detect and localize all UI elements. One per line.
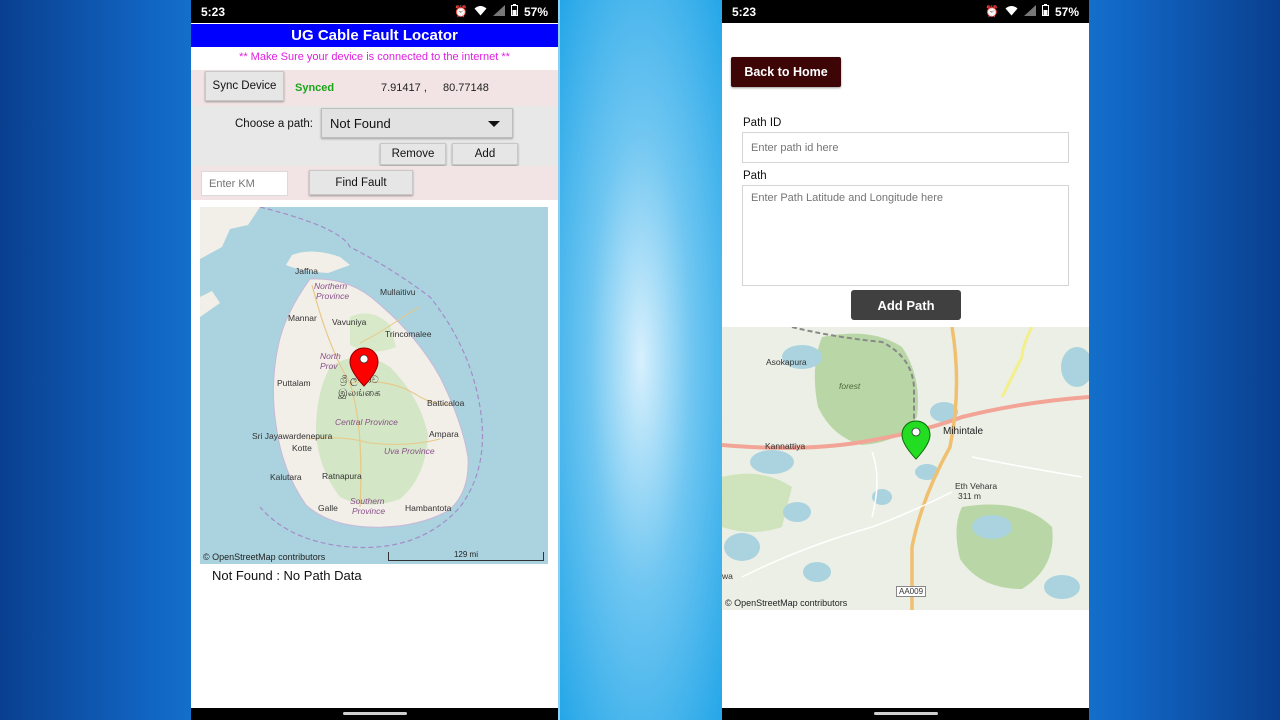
map-label-southern-province: Province bbox=[352, 506, 386, 516]
path-select-value: Not Found bbox=[330, 115, 391, 131]
fault-row: Find Fault bbox=[191, 166, 558, 200]
path-label: Path bbox=[743, 170, 767, 182]
map-label-north: North bbox=[320, 351, 341, 361]
map-base bbox=[722, 327, 1089, 610]
path-id-input[interactable] bbox=[742, 132, 1069, 163]
map-label-tamil: இலங்கை bbox=[338, 388, 381, 399]
map-attribution[interactable]: © OpenStreetMap contributors bbox=[203, 552, 325, 562]
map-label-puttalam: Puttalam bbox=[277, 378, 311, 388]
right-phone-screen: 5:23 ⏰ 57% Back to Home Path ID Path Add… bbox=[722, 0, 1089, 720]
status-time: 5:23 bbox=[201, 4, 226, 19]
map-label-kalutara: Kalutara bbox=[270, 472, 302, 482]
map-label-elevation: 311 m bbox=[958, 491, 981, 501]
battery-icon bbox=[1041, 4, 1049, 19]
app-title: UG Cable Fault Locator bbox=[191, 24, 558, 47]
map-marker-icon[interactable] bbox=[349, 347, 379, 387]
map-label-ratnapura: Ratnapura bbox=[322, 471, 362, 481]
left-phone-screen: 5:23 ⏰ 57% UG Cable Fault Locator ** Mak… bbox=[191, 0, 558, 720]
wifi-icon bbox=[474, 5, 487, 19]
mihintale-map[interactable]: Asokapura forest Kannattiya Mihintale Et… bbox=[722, 327, 1089, 610]
sri-lanka-map[interactable]: Jaffna Northern Province Mullaitivu Mann… bbox=[200, 207, 548, 564]
signal-icon bbox=[492, 4, 505, 19]
status-time: 5:23 bbox=[732, 4, 757, 19]
map-label-northern: Northern bbox=[314, 281, 348, 291]
internet-warning: ** Make Sure your device is connected to… bbox=[239, 51, 510, 63]
map-label-asokapura: Asokapura bbox=[766, 357, 807, 367]
map-attribution[interactable]: © OpenStreetMap contributors bbox=[725, 598, 847, 608]
map-label-mannar: Mannar bbox=[288, 313, 317, 323]
map-label-eth-vehara: Eth Vehara bbox=[955, 481, 998, 491]
map-label-galle: Galle bbox=[318, 503, 338, 513]
map-label-forest: forest bbox=[839, 381, 861, 391]
map-label-mihintale: Mihintale bbox=[943, 426, 984, 437]
path-id-label: Path ID bbox=[743, 117, 782, 129]
map-label-trincomalee: Trincomalee bbox=[385, 329, 432, 339]
sync-row: Sync Device Synced 7.91417 , 80.77148 bbox=[191, 70, 558, 106]
latitude-value: 7.91417 , bbox=[381, 82, 427, 94]
map-label-vavuniya: Vavuniya bbox=[332, 317, 367, 327]
back-to-home-button[interactable]: Back to Home bbox=[731, 57, 841, 87]
path-status-message: Not Found : No Path Data bbox=[212, 568, 362, 583]
add-button[interactable]: Add bbox=[452, 143, 518, 165]
find-fault-button[interactable]: Find Fault bbox=[309, 170, 413, 195]
wifi-icon bbox=[1005, 5, 1018, 19]
path-select[interactable]: Not Found bbox=[321, 108, 513, 138]
map-label-central: Central Province bbox=[335, 417, 398, 427]
battery-icon bbox=[510, 4, 518, 19]
longitude-value: 80.77148 bbox=[443, 82, 489, 94]
map-label-northern-province: Province bbox=[316, 291, 350, 301]
remove-button[interactable]: Remove bbox=[380, 143, 446, 165]
nav-bar bbox=[722, 708, 1089, 720]
add-path-button[interactable]: Add Path bbox=[851, 290, 961, 320]
home-handle[interactable] bbox=[873, 712, 938, 715]
alarm-icon: ⏰ bbox=[454, 6, 468, 18]
map-label-batticaloa: Batticaloa bbox=[427, 398, 465, 408]
map-label-mullaitivu: Mullaitivu bbox=[380, 287, 416, 297]
map-label-hambantota: Hambantota bbox=[405, 503, 452, 513]
nav-bar bbox=[191, 708, 558, 720]
map-marker-icon[interactable] bbox=[901, 420, 931, 460]
map-scale: 129 mi bbox=[388, 551, 544, 561]
map-label-jaffna: Jaffna bbox=[295, 266, 319, 276]
path-row: Choose a path: Not Found Remove Add bbox=[191, 106, 558, 166]
status-bar: 5:23 ⏰ 57% bbox=[191, 0, 558, 23]
signal-icon bbox=[1023, 4, 1036, 19]
choose-path-label: Choose a path: bbox=[235, 118, 314, 130]
status-bar: 5:23 ⏰ 57% bbox=[722, 0, 1089, 23]
map-label-southern: Southern bbox=[350, 496, 385, 506]
sync-status: Synced bbox=[295, 82, 335, 94]
map-label-kotte: Kotte bbox=[292, 443, 312, 453]
map-label-prov: Prov bbox=[320, 361, 338, 371]
home-handle[interactable] bbox=[342, 712, 407, 715]
sync-device-button[interactable]: Sync Device bbox=[205, 71, 284, 101]
background-glow bbox=[560, 0, 722, 720]
map-label-sri-jayawardenepura: Sri Jayawardenepura bbox=[252, 431, 333, 441]
map-label-ampara: Ampara bbox=[429, 429, 459, 439]
dropdown-caret-icon bbox=[488, 121, 500, 127]
map-label-uva: Uva Province bbox=[384, 446, 435, 456]
map-label-kannattiya: Kannattiya bbox=[765, 441, 806, 451]
map-label-wa: wa bbox=[722, 571, 733, 581]
battery-percent: 57% bbox=[523, 4, 548, 19]
km-input[interactable] bbox=[201, 171, 288, 196]
road-shield-aa009: AA009 bbox=[896, 586, 927, 597]
battery-percent: 57% bbox=[1054, 4, 1079, 19]
path-textarea[interactable] bbox=[742, 185, 1069, 286]
alarm-icon: ⏰ bbox=[985, 6, 999, 18]
